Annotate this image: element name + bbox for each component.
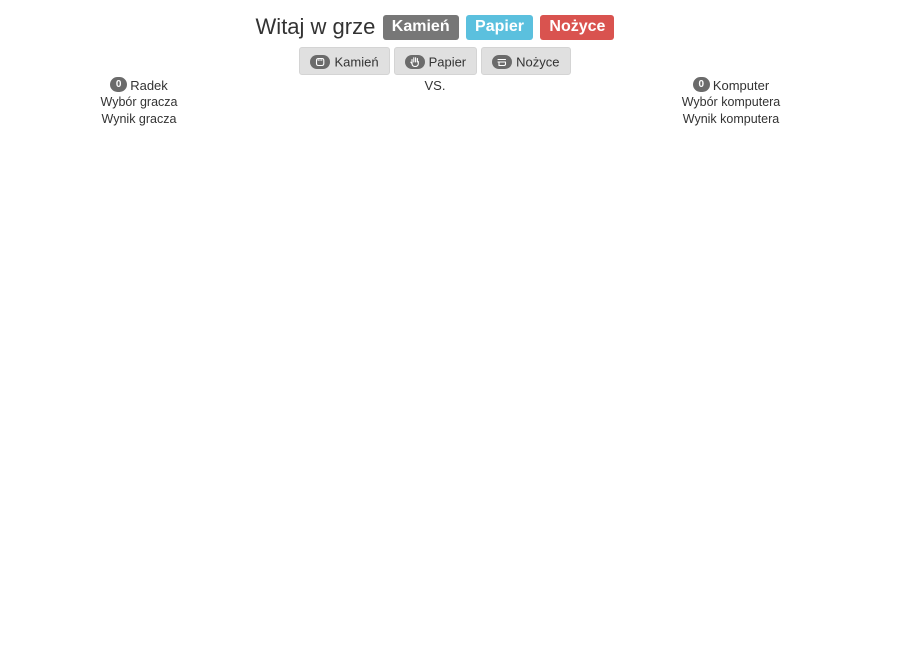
paper-button[interactable]: Papier xyxy=(393,47,478,75)
scissors-button-label: Nożyce xyxy=(516,54,560,70)
computer-choice: Wybór komputera xyxy=(681,95,781,110)
computer-name: Komputer xyxy=(712,78,770,94)
page-title: Witaj w grze xyxy=(255,14,376,39)
computer-header: 0 Komputer xyxy=(631,77,831,94)
scissors-hand-icon xyxy=(492,54,513,69)
rock-label-badge: Kamień xyxy=(382,14,459,40)
paper-button-label: Papier xyxy=(428,54,467,70)
paper-hand-icon xyxy=(404,54,425,69)
computer-result: Wynik komputera xyxy=(682,112,780,127)
paper-label-badge: Papier xyxy=(466,14,533,40)
player-result: Wynik gracza xyxy=(101,112,177,127)
scissors-label-badge: Nożyce xyxy=(540,14,615,40)
player-choice: Wybór gracza xyxy=(100,95,178,110)
title-row: Witaj w grze Kamień Papier Nożyce xyxy=(0,14,870,40)
rock-hand-icon xyxy=(310,54,331,69)
move-buttons: Kamień Papier Nożyce xyxy=(0,47,870,75)
rock-button-label: Kamień xyxy=(334,54,379,70)
rock-button[interactable]: Kamień xyxy=(299,47,390,75)
scissors-button[interactable]: Nożyce xyxy=(481,47,571,75)
computer-panel: 0 Komputer Wybór komputera Wynik komputer… xyxy=(631,77,831,128)
game-page: Witaj w grze Kamień Papier Nożyce Kamień… xyxy=(0,0,900,650)
computer-score-badge: 0 xyxy=(692,77,710,93)
